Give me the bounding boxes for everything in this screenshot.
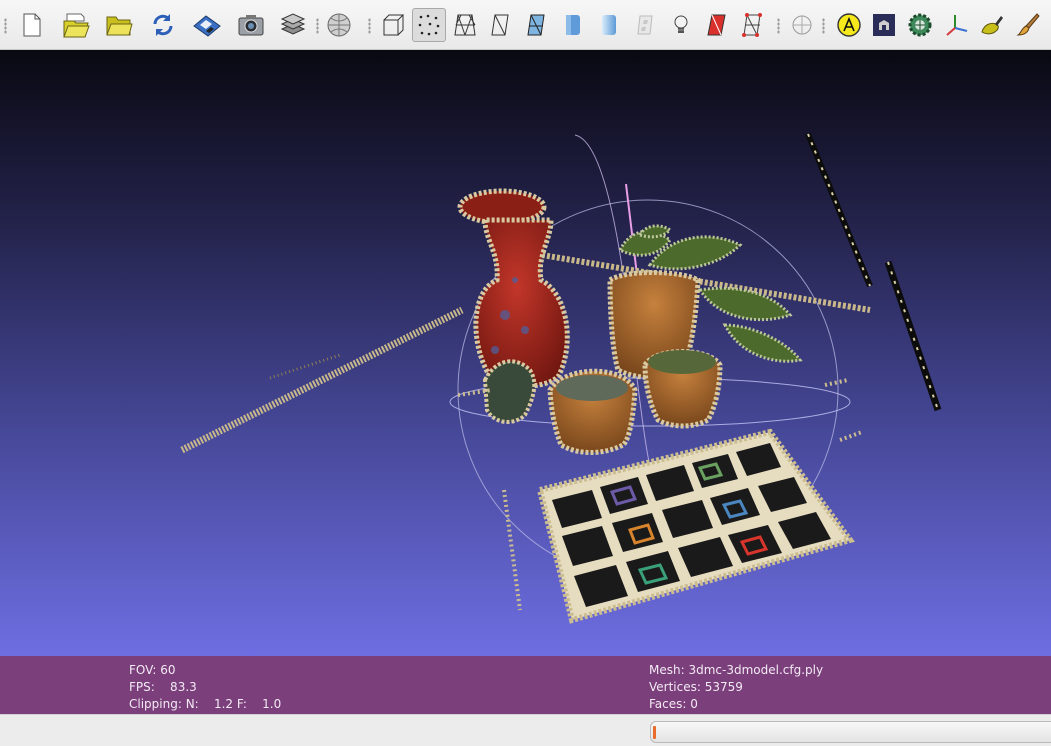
points-icon	[418, 14, 440, 36]
point-cloud-vase	[457, 188, 570, 389]
open-project-button[interactable]	[59, 8, 93, 42]
raster-globe-icon	[327, 13, 351, 37]
status-bar	[0, 714, 1051, 746]
point-cloud-render	[180, 132, 942, 624]
annotation-button[interactable]	[832, 8, 866, 42]
new-document-icon	[23, 13, 41, 37]
gear-filter-button[interactable]	[903, 8, 937, 42]
gear-filter-icon	[908, 13, 932, 37]
trackball-icon	[792, 15, 812, 35]
toolbar-grip[interactable]	[4, 18, 7, 34]
hidden-lines-button[interactable]	[484, 8, 518, 42]
backface-culling-icon	[707, 14, 726, 36]
paint-button[interactable]	[1011, 8, 1045, 42]
fps-label: FPS: 83.3	[129, 680, 197, 694]
layers-button[interactable]	[276, 8, 310, 42]
texture-button[interactable]	[628, 8, 662, 42]
open-folder-stack-icon	[63, 13, 90, 38]
viewport-info-bar: FOV: 60 FPS: 83.3 Clipping: N: 1.2 F: 1.…	[0, 656, 1051, 714]
flat-lines-button[interactable]	[520, 8, 554, 42]
wireframe-button[interactable]	[448, 8, 482, 42]
backface-culling-button[interactable]	[700, 8, 734, 42]
floppy-save-icon	[193, 15, 221, 37]
paint-brush-icon	[1016, 13, 1040, 36]
point-cloud-pot-small-right	[642, 349, 723, 429]
point-cloud-pot-small-left	[547, 368, 638, 455]
toolbar-grip[interactable]	[777, 18, 780, 34]
measure-button[interactable]	[867, 8, 901, 42]
open-folder-icon	[106, 16, 133, 36]
snapshot-button[interactable]	[234, 8, 268, 42]
main-toolbar	[0, 0, 1051, 50]
smooth-shading-icon	[602, 15, 616, 35]
reload-button[interactable]	[146, 8, 180, 42]
select-faces-icon	[742, 13, 762, 37]
measure-icon	[873, 14, 895, 36]
color-picker-icon	[981, 16, 1003, 35]
mesh-name-label: Mesh: 3dmc-3dmodel.cfg.ply	[649, 663, 824, 677]
fov-label: FOV: 60	[129, 663, 176, 677]
annotation-a-icon	[837, 13, 861, 37]
layers-icon	[280, 13, 306, 35]
flat-lines-icon	[527, 14, 545, 36]
trackball-button[interactable]	[785, 8, 819, 42]
smooth-button[interactable]	[592, 8, 626, 42]
progress-bar	[650, 721, 1051, 743]
toolbar-grip[interactable]	[316, 18, 319, 34]
clipping-label: Clipping: N: 1.2 F: 1.0	[129, 697, 282, 711]
color-pick-button[interactable]	[975, 8, 1009, 42]
progress-fill	[653, 726, 656, 739]
hidden-lines-icon	[491, 14, 509, 36]
wireframe-icon	[454, 14, 476, 36]
3d-viewport[interactable]	[0, 50, 1051, 656]
new-project-button[interactable]	[15, 8, 49, 42]
light-bulb-icon	[674, 15, 688, 33]
toolbar-grip[interactable]	[822, 18, 825, 34]
point-cloud-wall-left	[180, 306, 464, 454]
texture-icon	[637, 15, 653, 35]
flat-shading-icon	[566, 15, 580, 35]
point-cloud-wall-right	[805, 132, 942, 412]
points-button[interactable]	[412, 8, 446, 42]
axes-button[interactable]	[940, 8, 974, 42]
bounding-box-icon	[383, 14, 405, 36]
point-cloud-marker-board	[536, 428, 855, 624]
import-mesh-button[interactable]	[102, 8, 136, 42]
vertices-count-label: Vertices: 53759	[649, 680, 743, 694]
axes-icon	[946, 15, 968, 36]
point-cloud-figurine	[482, 359, 537, 424]
reload-arrows-icon	[153, 14, 173, 36]
save-button[interactable]	[190, 8, 224, 42]
faces-count-label: Faces: 0	[649, 697, 698, 711]
select-faces-button[interactable]	[736, 8, 770, 42]
axis-z-line	[625, 183, 638, 276]
raster-button[interactable]	[322, 8, 356, 42]
toolbar-grip[interactable]	[368, 18, 371, 34]
camera-icon	[238, 15, 264, 36]
flat-button[interactable]	[556, 8, 590, 42]
lighting-button[interactable]	[664, 8, 698, 42]
bounding-box-button[interactable]	[376, 8, 410, 42]
